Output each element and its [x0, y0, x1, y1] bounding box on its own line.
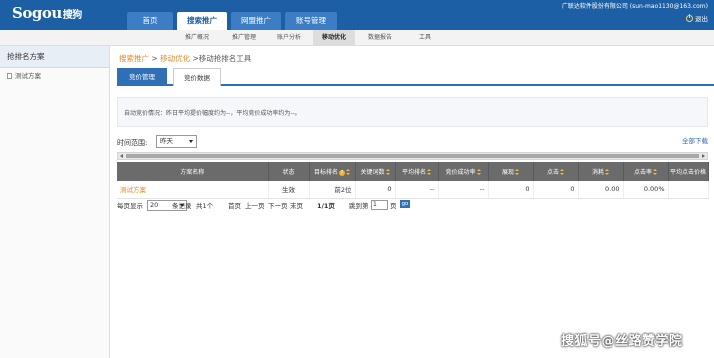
- col-plan-name: 方案名称: [117, 162, 269, 181]
- col-target-rank[interactable]: 目标排名?: [309, 162, 356, 181]
- download-all-link[interactable]: 全部下载: [682, 135, 708, 145]
- time-range-select[interactable]: 昨天: [156, 135, 197, 148]
- sort-icon[interactable]: [385, 169, 390, 175]
- cell-avg-rank: --: [395, 181, 439, 199]
- subnav-promo-manage[interactable]: 推广管理: [222, 30, 266, 46]
- breadcrumb-search-promo[interactable]: 搜索推广: [119, 54, 149, 63]
- cell-status: 生效: [268, 181, 310, 199]
- scroll-left-icon[interactable]: [120, 154, 123, 158]
- auto-bid-notice: 自动竞价情况：昨日平均提价幅度约为--，平均竞价成功率约为--。: [117, 97, 708, 127]
- horizontal-scrollbar[interactable]: [117, 152, 708, 160]
- watermark: 搜狐号@丝路赞学院: [561, 334, 683, 349]
- cell-impressions: 0: [488, 181, 534, 199]
- sub-nav: 推广概况 推广管理 账户分析 移动优化 数据报告 工具: [0, 30, 714, 46]
- time-range-label: 时间范围:: [117, 139, 148, 147]
- total-count: 共1个: [196, 202, 214, 210]
- jump-label: 跳到第: [349, 202, 369, 210]
- col-avg-rank[interactable]: 平均排名: [395, 162, 439, 181]
- cell-keyword-count: 0: [355, 181, 396, 199]
- nav-tab-home[interactable]: 首页: [127, 12, 173, 30]
- col-cost[interactable]: 消耗: [578, 162, 624, 181]
- account-info: 广联达软件股份有限公司 (sun-mao1130@163.com): [561, 3, 708, 10]
- col-avg-cpc[interactable]: 平均点击价格: [668, 162, 709, 181]
- next-page-link[interactable]: 下一页: [268, 200, 288, 212]
- sort-icon[interactable]: [346, 169, 350, 175]
- scroll-thumb[interactable]: [126, 154, 699, 158]
- breadcrumb: 搜索推广 > 移动优化 >移动抢排名工具: [119, 54, 252, 63]
- sidebar-item-test-plan[interactable]: 测试方案: [0, 68, 109, 84]
- nav-tab-search-promo[interactable]: 搜索推广: [177, 12, 227, 30]
- sogou-logo[interactable]: Sogou搜狗: [12, 4, 82, 22]
- sidebar: 抢排名方案 测试方案: [0, 46, 110, 358]
- breadcrumb-current: 移动抢排名工具: [198, 54, 252, 63]
- page-info: 1/1页: [317, 202, 335, 210]
- go-button[interactable]: go: [400, 200, 410, 208]
- subnav-data-report[interactable]: 数据报告: [358, 30, 402, 46]
- logout-link[interactable]: 退出: [686, 13, 708, 23]
- sort-icon[interactable]: [653, 169, 657, 175]
- page-suffix: 页: [390, 202, 397, 210]
- pagination: 每页显示 20 条记录 共1个 首页 上一页 下一页 末页 1/1页 跳到第 1…: [117, 200, 617, 212]
- sort-icon[interactable]: [560, 169, 564, 175]
- power-icon: [686, 14, 693, 22]
- cell-avg-cpc: [668, 181, 709, 199]
- cell-cost: 0.00: [578, 181, 624, 199]
- chevron-down-icon: [189, 140, 193, 143]
- help-icon[interactable]: ?: [339, 170, 345, 176]
- col-bid-success-rate[interactable]: 竞价成功率: [438, 162, 489, 181]
- table-row: 测试方案 生效 前2位 0 -- -- 0 0 0.00 0.00%: [117, 181, 709, 199]
- page-tabs: 竞价管理 竞价数据: [117, 67, 714, 86]
- sort-icon[interactable]: [427, 169, 431, 175]
- subnav-mobile-optimize[interactable]: 移动优化: [313, 30, 355, 46]
- per-page-label: 每页显示: [117, 202, 143, 210]
- tab-bid-management[interactable]: 竞价管理: [117, 68, 167, 86]
- col-impressions[interactable]: 展现: [488, 162, 534, 181]
- main-nav: 首页 搜索推广 网盟推广 账号管理: [127, 12, 341, 30]
- col-keyword-count[interactable]: 关键词数: [355, 162, 396, 181]
- sort-icon[interactable]: [476, 169, 481, 175]
- nav-tab-alliance-promo[interactable]: 网盟推广: [231, 12, 281, 30]
- sidebar-title: 抢排名方案: [0, 46, 109, 68]
- col-clicks[interactable]: 点击: [533, 162, 579, 181]
- records-label: 条记录: [172, 202, 192, 210]
- last-page-link[interactable]: 末页: [290, 200, 303, 212]
- sort-icon[interactable]: [515, 169, 519, 175]
- cell-plan-name-link[interactable]: 测试方案: [117, 181, 269, 199]
- breadcrumb-mobile-optimize[interactable]: 移动优化: [160, 54, 190, 63]
- col-ctr[interactable]: 点击率: [623, 162, 669, 181]
- scroll-right-icon[interactable]: [702, 154, 705, 158]
- bid-data-table: 方案名称 状态 目标排名? 关键词数 平均排名 竞价成功率 展现 点击 消耗 点…: [117, 162, 709, 199]
- subnav-account-analysis[interactable]: 账户分析: [266, 30, 312, 46]
- subnav-overview[interactable]: 推广概况: [172, 30, 222, 46]
- table-header-row: 方案名称 状态 目标排名? 关键词数 平均排名 竞价成功率 展现 点击 消耗 点…: [117, 162, 709, 181]
- cell-clicks: 0: [533, 181, 579, 199]
- cell-bid-success-rate: --: [438, 181, 489, 199]
- cell-target-rank: 前2位: [309, 181, 356, 199]
- nav-tab-account-mgmt[interactable]: 账号管理: [285, 12, 337, 30]
- document-icon: [7, 73, 12, 79]
- tab-bid-data[interactable]: 竞价数据: [173, 68, 221, 86]
- prev-page-link[interactable]: 上一页: [245, 200, 265, 212]
- jump-page-input[interactable]: 1: [371, 200, 388, 210]
- cell-ctr: 0.00%: [623, 181, 669, 199]
- sort-icon[interactable]: [605, 169, 609, 175]
- col-status: 状态: [268, 162, 310, 181]
- subnav-tools[interactable]: 工具: [408, 30, 442, 46]
- first-page-link[interactable]: 首页: [228, 200, 241, 212]
- top-header: Sogou搜狗 广联达软件股份有限公司 (sun-mao1130@163.com…: [0, 0, 714, 30]
